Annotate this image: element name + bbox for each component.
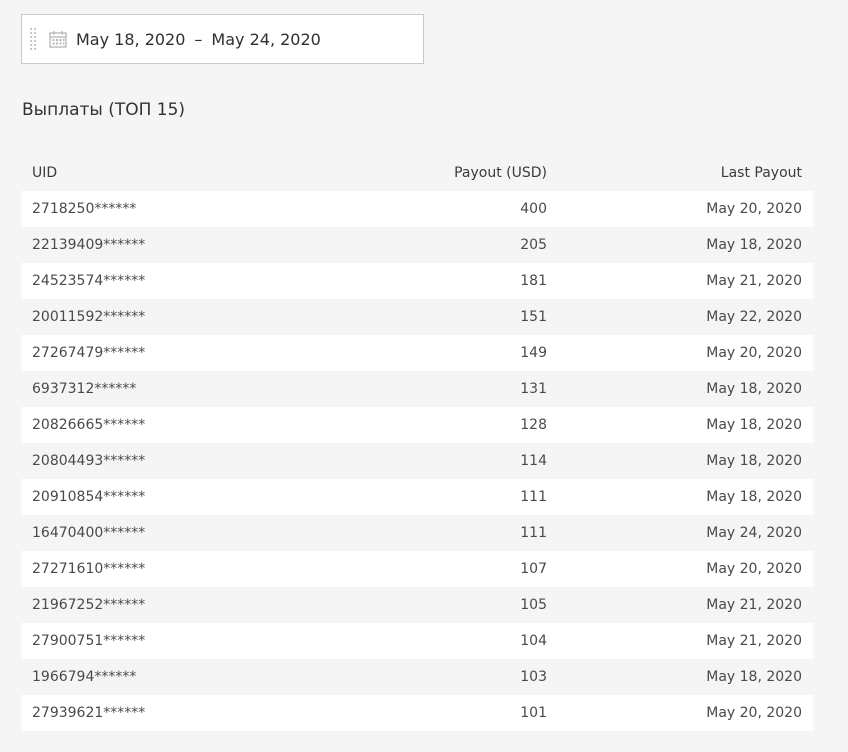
calendar-icon [48, 29, 68, 49]
cell-payout: 111 [520, 489, 547, 505]
cell-last-payout: May 20, 2020 [706, 345, 802, 361]
cell-uid: 20011592****** [32, 309, 146, 325]
cell-last-payout: May 24, 2020 [706, 525, 802, 541]
cell-uid: 2718250****** [32, 201, 137, 217]
cell-payout: 205 [520, 237, 547, 253]
cell-last-payout: May 21, 2020 [706, 597, 802, 613]
date-range-picker[interactable]: May 18, 2020 – May 24, 2020 [21, 14, 424, 64]
cell-last-payout: May 21, 2020 [706, 273, 802, 289]
cell-uid: 20910854****** [32, 489, 146, 505]
table-row: 1966794****** 103 May 18, 2020 [21, 659, 813, 695]
cell-payout: 104 [520, 633, 547, 649]
cell-payout: 128 [520, 417, 547, 433]
cell-last-payout: May 20, 2020 [706, 561, 802, 577]
cell-uid: 27939621****** [32, 705, 146, 721]
cell-payout: 114 [520, 453, 547, 469]
table-row: 27900751****** 104 May 21, 2020 [21, 623, 813, 659]
cell-last-payout: May 20, 2020 [706, 201, 802, 217]
cell-last-payout: May 18, 2020 [706, 453, 802, 469]
table-row: 27271610****** 107 May 20, 2020 [21, 551, 813, 587]
cell-uid: 27271610****** [32, 561, 146, 577]
cell-payout: 105 [520, 597, 547, 613]
cell-last-payout: May 20, 2020 [706, 705, 802, 721]
table-row: 27267479****** 149 May 20, 2020 [21, 335, 813, 371]
date-range-start[interactable]: May 18, 2020 [76, 30, 185, 49]
cell-uid: 27267479****** [32, 345, 146, 361]
table-row: 20011592****** 151 May 22, 2020 [21, 299, 813, 335]
table-row: 22139409****** 205 May 18, 2020 [21, 227, 813, 263]
date-range-end[interactable]: May 24, 2020 [211, 30, 320, 49]
cell-last-payout: May 18, 2020 [706, 417, 802, 433]
cell-uid: 20804493****** [32, 453, 146, 469]
cell-last-payout: May 18, 2020 [706, 237, 802, 253]
cell-payout: 400 [520, 201, 547, 217]
header-payout[interactable]: Payout (USD) [221, 165, 547, 181]
table-row: 2718250****** 400 May 20, 2020 [21, 191, 813, 227]
cell-last-payout: May 18, 2020 [706, 489, 802, 505]
cell-payout: 151 [520, 309, 547, 325]
cell-uid: 6937312****** [32, 381, 137, 397]
cell-payout: 181 [520, 273, 547, 289]
cell-uid: 20826665****** [32, 417, 146, 433]
payouts-table: UID Payout (USD) Last Payout 2718250****… [21, 155, 813, 731]
date-range-separator: – [194, 29, 203, 49]
cell-payout: 149 [520, 345, 547, 361]
drag-handle-icon[interactable] [24, 25, 42, 53]
cell-payout: 103 [520, 669, 547, 685]
cell-last-payout: May 18, 2020 [706, 669, 802, 685]
cell-uid: 1966794****** [32, 669, 137, 685]
table-body: 2718250****** 400 May 20, 2020 22139409****… [21, 191, 813, 731]
table-row: 27939621****** 101 May 20, 2020 [21, 695, 813, 731]
cell-payout: 111 [520, 525, 547, 541]
cell-uid: 24523574****** [32, 273, 146, 289]
table-row: 20910854****** 111 May 18, 2020 [21, 479, 813, 515]
cell-uid: 21967252****** [32, 597, 146, 613]
cell-uid: 22139409****** [32, 237, 146, 253]
table-row: 20826665****** 128 May 18, 2020 [21, 407, 813, 443]
header-last-payout[interactable]: Last Payout [547, 165, 802, 181]
cell-last-payout: May 22, 2020 [706, 309, 802, 325]
table-row: 16470400****** 111 May 24, 2020 [21, 515, 813, 551]
table-row: 20804493****** 114 May 18, 2020 [21, 443, 813, 479]
cell-last-payout: May 18, 2020 [706, 381, 802, 397]
section-title: Выплаты (ТОП 15) [22, 100, 186, 120]
cell-payout: 131 [520, 381, 547, 397]
cell-payout: 101 [520, 705, 547, 721]
cell-uid: 16470400****** [32, 525, 146, 541]
cell-last-payout: May 21, 2020 [706, 633, 802, 649]
table-row: 21967252****** 105 May 21, 2020 [21, 587, 813, 623]
table-row: 24523574****** 181 May 21, 2020 [21, 263, 813, 299]
cell-uid: 27900751****** [32, 633, 146, 649]
cell-payout: 107 [520, 561, 547, 577]
header-uid[interactable]: UID [21, 165, 221, 181]
table-row: 6937312****** 131 May 18, 2020 [21, 371, 813, 407]
table-header: UID Payout (USD) Last Payout [21, 155, 813, 191]
